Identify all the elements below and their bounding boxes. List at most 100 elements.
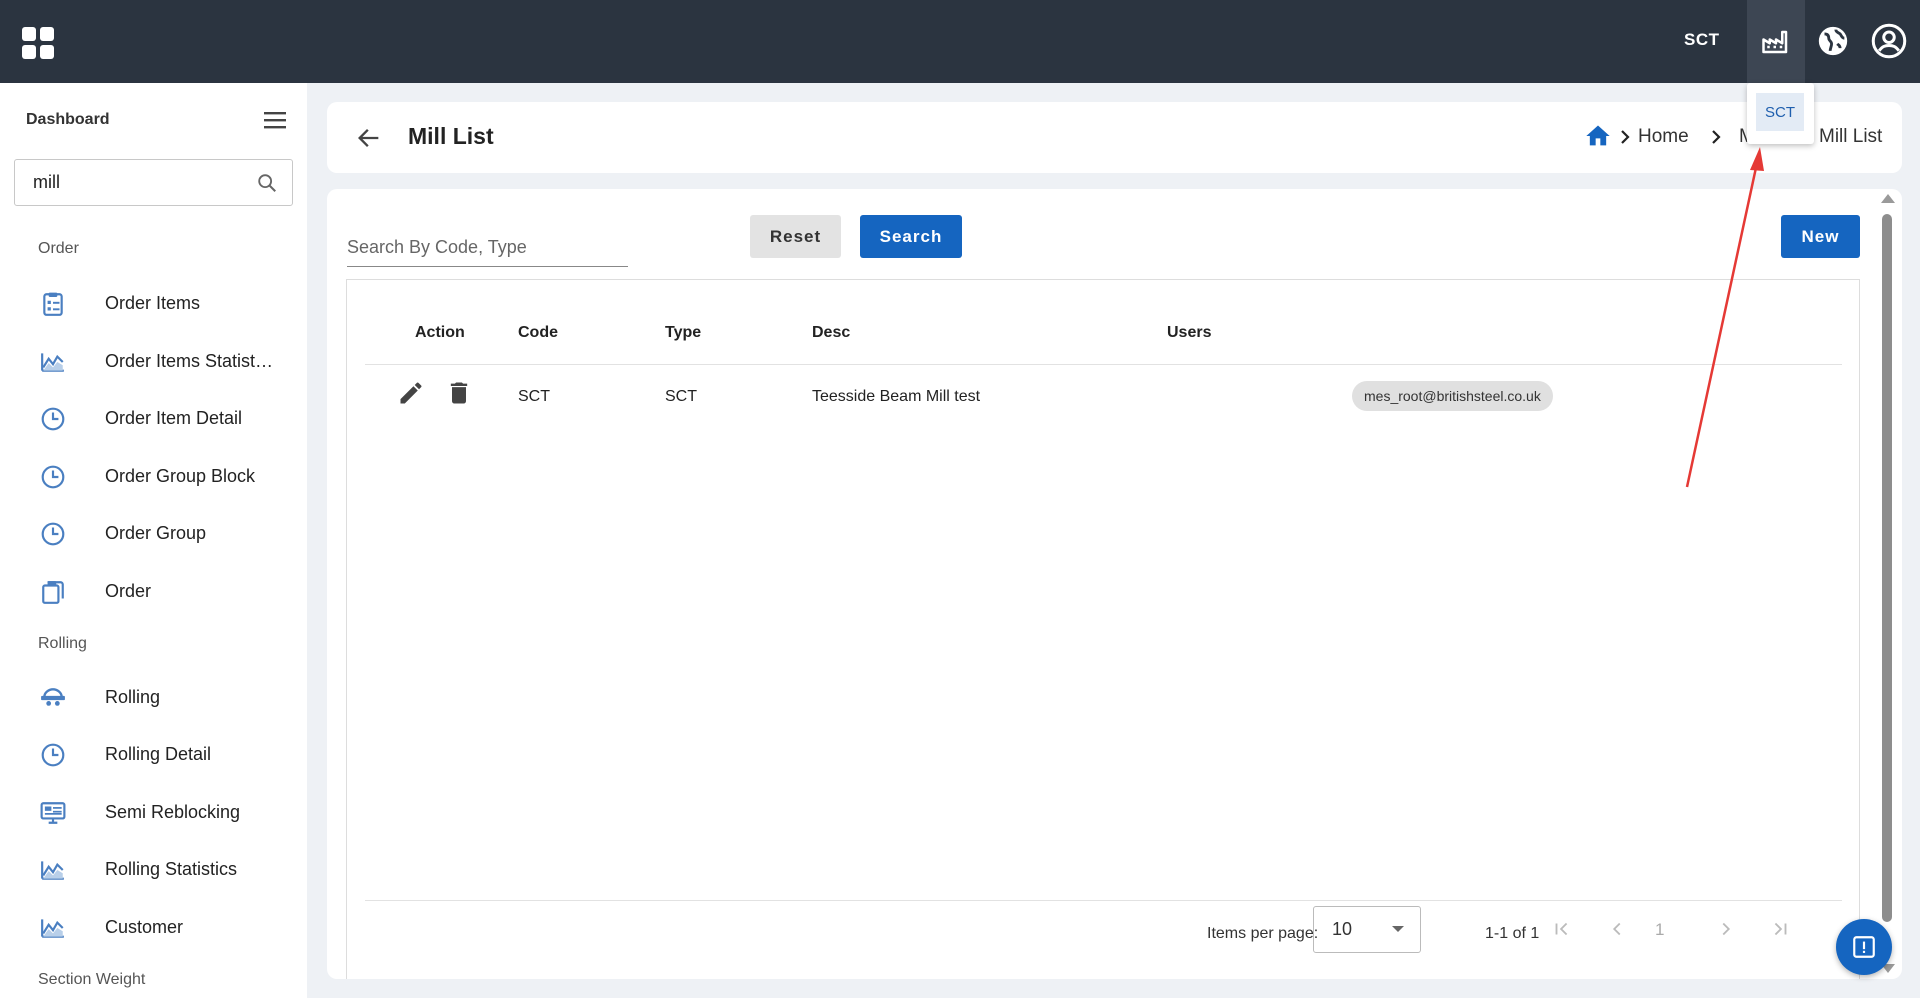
sidebar: Dashboard Order Order Items Order Items …: [0, 83, 307, 998]
section-label-section-weight: Section Weight: [38, 971, 146, 988]
chevron-right-icon: [1712, 130, 1721, 144]
delete-trash-icon[interactable]: [445, 379, 473, 407]
mill-list-panel: Reset Search New Action Code Type Desc U…: [327, 189, 1902, 979]
sidebar-item-label: Order Group Block: [105, 466, 256, 486]
search-button[interactable]: Search: [860, 215, 962, 258]
clock-icon: [41, 407, 65, 431]
sidebar-item-label: Rolling: [105, 687, 161, 707]
chart-icon: [41, 919, 64, 938]
scroll-thumb[interactable]: [1882, 214, 1892, 922]
section-label-order: Order: [38, 240, 79, 257]
clock-icon: [41, 522, 65, 546]
mill-dropdown-menu: SCT: [1747, 83, 1814, 144]
globe-icon: [1818, 26, 1848, 56]
monitor-icon: [40, 802, 66, 824]
search-field: [347, 227, 628, 267]
scroll-up-arrow-icon[interactable]: [1881, 194, 1895, 203]
menu-icon[interactable]: [262, 108, 290, 132]
chart-icon: [41, 353, 64, 372]
sidebar-item-order-item-detail[interactable]: Order Item Detail: [0, 394, 307, 442]
sidebar-item-label: Order Group: [105, 523, 207, 543]
column-header-code: Code: [518, 324, 558, 341]
home-icon[interactable]: [1584, 122, 1612, 150]
items-per-page-select[interactable]: 10: [1313, 906, 1421, 953]
column-header-users: Users: [1167, 324, 1212, 341]
sidebar-item-label: Order: [105, 581, 152, 601]
mill-option-sct[interactable]: SCT: [1756, 93, 1804, 131]
clipboard-list-icon: [43, 292, 63, 316]
pagination-range: 1-1 of 1: [1485, 925, 1540, 942]
sidebar-item-label: Order Items: [105, 293, 201, 313]
search-input[interactable]: [347, 237, 628, 258]
sidebar-item-customer[interactable]: Customer: [0, 903, 307, 951]
last-page-button[interactable]: [1765, 914, 1795, 944]
sidebar-search-input[interactable]: [33, 172, 243, 193]
mill-table: Action Code Type Desc Users SCT SCT Tees…: [346, 279, 1860, 979]
sidebar-item-order[interactable]: Order: [0, 567, 307, 615]
search-icon[interactable]: [256, 172, 278, 194]
sidebar-item-order-group-block[interactable]: Order Group Block: [0, 452, 307, 500]
items-per-page-value: 10: [1332, 919, 1353, 939]
sidebar-item-label: Rolling Statistics: [105, 859, 238, 879]
sidebar-item-order-items[interactable]: Order Items: [0, 279, 307, 327]
sidebar-search: [14, 159, 293, 206]
table-header-divider: [365, 364, 1842, 365]
chevron-left-icon: [1612, 922, 1621, 936]
page-header: Mill List Home M Mill List: [327, 102, 1902, 173]
factory-icon: [1762, 30, 1788, 53]
next-page-button[interactable]: [1711, 914, 1741, 944]
mill-select-button[interactable]: [1747, 0, 1805, 83]
chevron-right-icon: [1722, 922, 1731, 936]
sidebar-item-order-group[interactable]: Order Group: [0, 509, 307, 557]
sidebar-item-rolling-detail[interactable]: Rolling Detail: [0, 730, 307, 778]
sidebar-item-label: Order Items Statistics: [105, 351, 275, 371]
cell-desc: Teesside Beam Mill test: [812, 388, 981, 405]
current-page-number: 1: [1655, 920, 1665, 939]
sidebar-item-rolling-statistics[interactable]: Rolling Statistics: [0, 845, 307, 893]
user-chip: mes_root@britishsteel.co.uk: [1352, 381, 1553, 411]
top-bar: SCT: [0, 0, 1920, 83]
back-arrow-icon[interactable]: [355, 124, 383, 152]
language-button[interactable]: [1812, 20, 1854, 62]
account-button[interactable]: [1868, 20, 1910, 62]
breadcrumb-home[interactable]: Home: [1638, 126, 1689, 148]
current-mill-code: SCT: [1684, 30, 1720, 49]
reset-button[interactable]: Reset: [750, 215, 841, 258]
new-button[interactable]: New: [1781, 215, 1860, 258]
cell-code: SCT: [518, 388, 550, 405]
sidebar-item-label: Rolling Detail: [105, 744, 212, 764]
first-page-button[interactable]: [1547, 914, 1577, 944]
clock-icon: [41, 465, 65, 489]
apps-grid-icon[interactable]: [22, 27, 54, 59]
page-title: Mill List: [408, 123, 494, 149]
column-header-desc: Desc: [812, 324, 851, 341]
sidebar-item-rolling[interactable]: Rolling: [0, 673, 307, 721]
clipboard-icon: [42, 581, 64, 604]
sidebar-item-order-items-statistics[interactable]: Order Items Statistics: [0, 337, 307, 385]
breadcrumb-current: Mill List: [1819, 126, 1883, 147]
previous-page-button[interactable]: [1602, 914, 1632, 944]
column-header-action: Action: [415, 324, 465, 341]
clock-icon: [41, 743, 65, 767]
dropdown-caret-icon: [1392, 926, 1404, 932]
chart-icon: [41, 861, 64, 880]
rolling-icon: [41, 688, 65, 706]
chevron-right-icon: [1621, 130, 1630, 144]
vertical-scrollbar[interactable]: [1878, 192, 1896, 978]
sidebar-title: Dashboard: [26, 111, 110, 128]
sidebar-item-label: Customer: [105, 917, 184, 937]
items-per-page-label: Items per page:: [1207, 925, 1319, 942]
cell-type: SCT: [665, 388, 697, 405]
last-page-icon: [1774, 922, 1787, 936]
sidebar-item-label: Semi Reblocking: [105, 802, 241, 822]
feedback-button[interactable]: [1836, 919, 1892, 975]
table-footer-divider: [365, 900, 1842, 901]
column-header-type: Type: [665, 324, 702, 341]
account-circle-icon: [1871, 23, 1907, 59]
feedback-icon: [1853, 936, 1875, 958]
sidebar-item-semi-reblocking[interactable]: Semi Reblocking: [0, 788, 307, 836]
section-label-rolling: Rolling: [38, 635, 87, 652]
first-page-icon: [1555, 922, 1568, 936]
sidebar-item-label: Order Item Detail: [105, 408, 243, 428]
edit-pencil-icon[interactable]: [397, 379, 425, 407]
